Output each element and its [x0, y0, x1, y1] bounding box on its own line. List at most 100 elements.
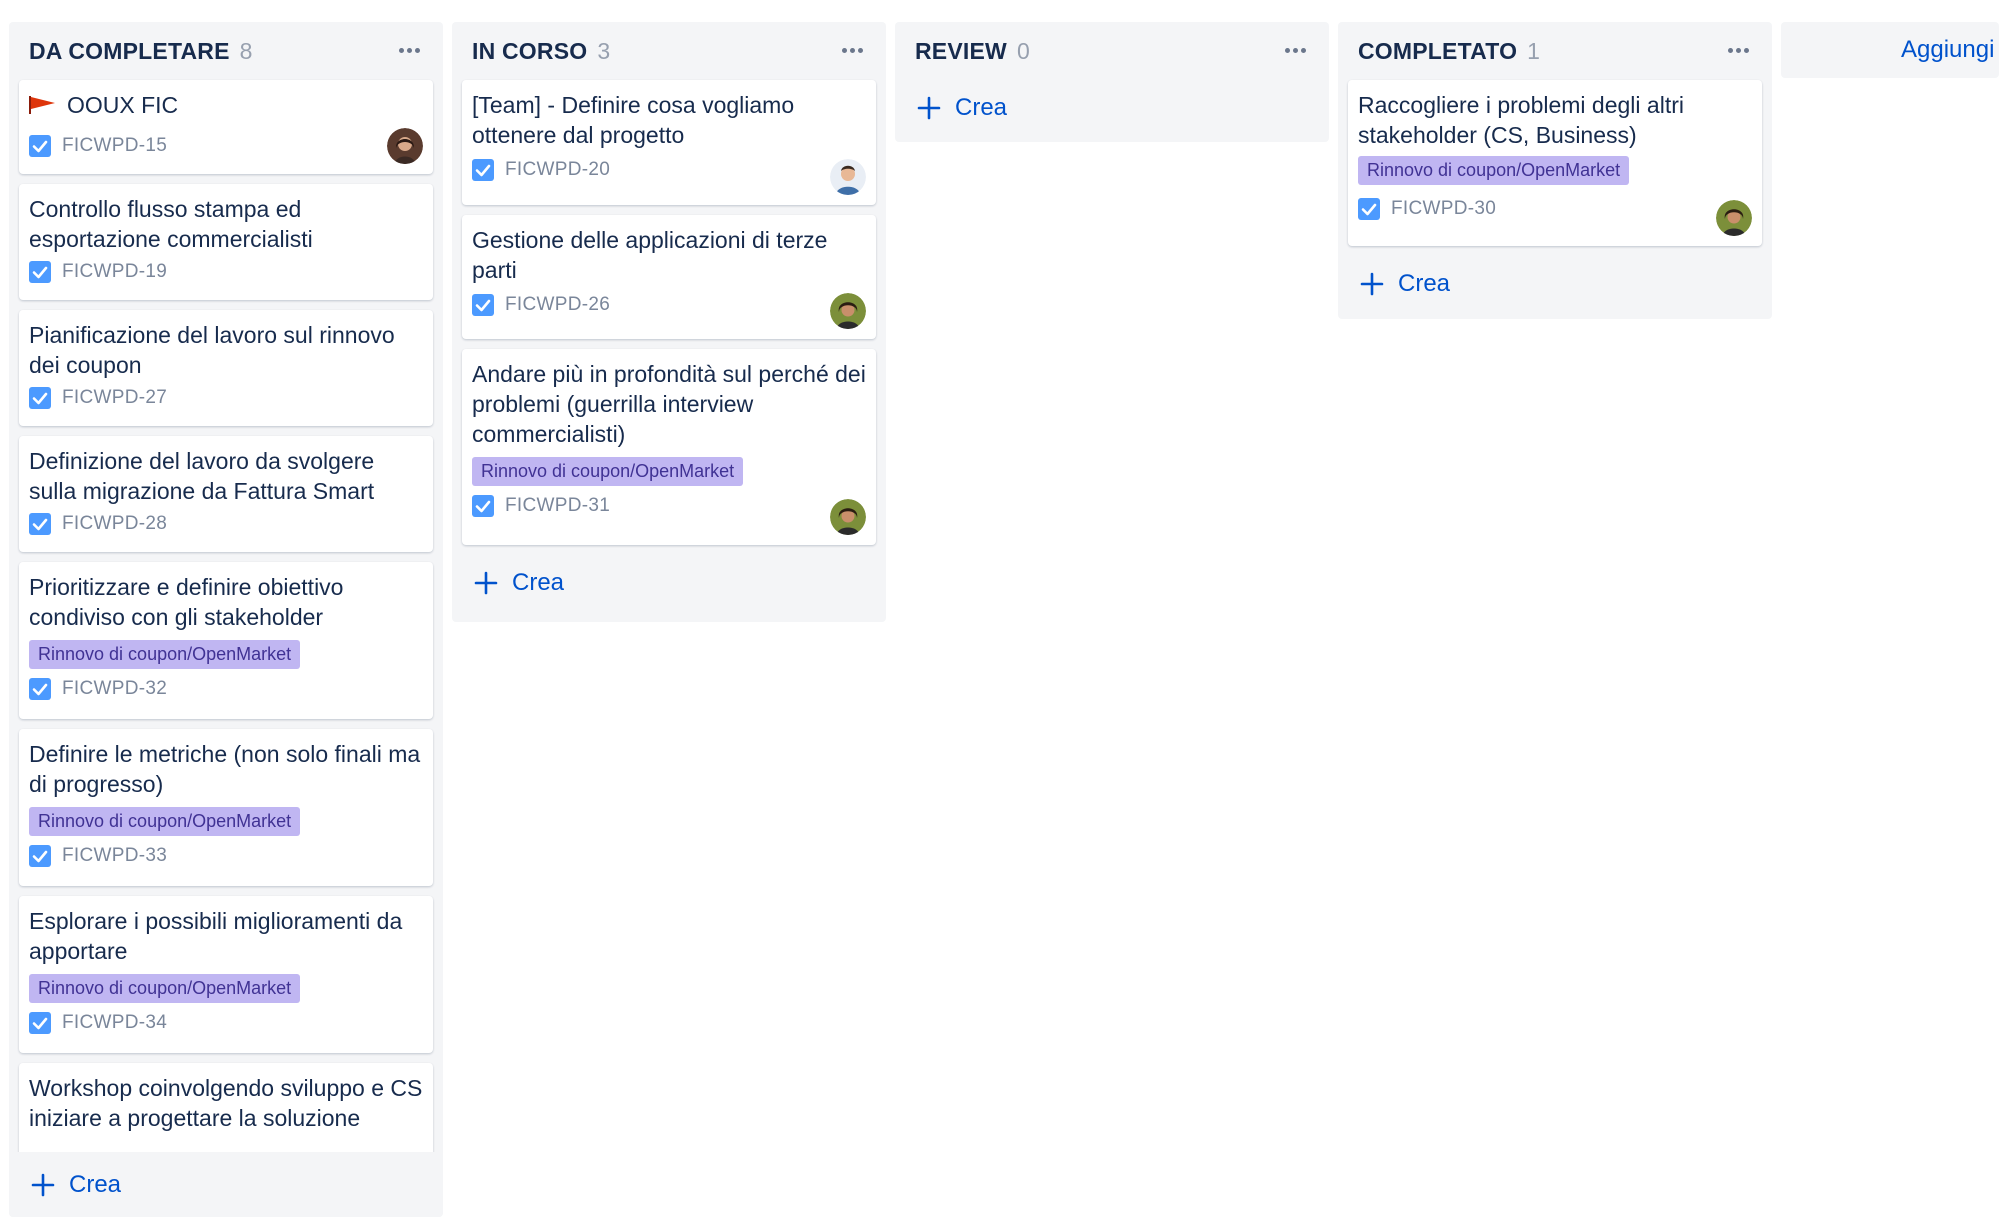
more-icon[interactable]: [395, 39, 423, 61]
column-count: 0: [1016, 37, 1030, 64]
column-count: 3: [597, 37, 611, 64]
card-list: OOUX FIC FICWPD-15 Controllo flusso stam…: [9, 80, 443, 1203]
issue-card[interactable]: Prioritizzare e definire obiettivo condi…: [19, 562, 433, 719]
create-label: Crea: [69, 1170, 122, 1198]
issue-card[interactable]: Definire le metriche (non solo finali ma…: [19, 729, 433, 886]
column-title: COMPLETATO: [1358, 37, 1518, 64]
card-title: Definire le metriche (non solo finali ma…: [29, 741, 421, 797]
add-column-button[interactable]: Aggiungi: [1781, 22, 1999, 78]
column-count: 8: [239, 37, 253, 64]
card-footer: FICWPD-28: [29, 506, 423, 542]
epic-label[interactable]: Rinnovo di coupon/OpenMarket: [472, 457, 744, 486]
checkbox-icon: [29, 845, 51, 867]
avatar[interactable]: [1716, 200, 1752, 236]
checkbox-icon: [29, 678, 51, 700]
card-title: [Team] - Definire cosa vogliamo ottenere…: [472, 92, 795, 148]
issue-key: FICWPD-32: [62, 678, 168, 699]
issue-key: FICWPD-34: [62, 1012, 168, 1033]
column-header: IN CORSO 3: [452, 22, 886, 80]
avatar[interactable]: [387, 128, 423, 164]
issue-card[interactable]: Pianificazione del lavoro sul rinnovo de…: [19, 310, 433, 426]
epic-label[interactable]: Rinnovo di coupon/OpenMarket: [1358, 156, 1630, 185]
card-footer: FICWPD-34: [29, 1005, 423, 1041]
column-title: IN CORSO: [472, 37, 588, 64]
card-title: Esplorare i possibili miglioramenti da a…: [29, 908, 403, 964]
column-title: REVIEW: [915, 37, 1007, 64]
avatar[interactable]: [830, 293, 866, 329]
avatar[interactable]: [830, 159, 866, 195]
card-footer: FICWPD-15: [29, 128, 423, 164]
card-title: Definizione del lavoro da svolgere sulla…: [29, 448, 375, 504]
column-header: COMPLETATO 1: [1338, 22, 1772, 80]
checkbox-icon: [29, 513, 51, 535]
card-footer: FICWPD-19: [29, 254, 423, 290]
plus-icon: [31, 1173, 55, 1196]
card-title: Controllo flusso stampa ed esportazione …: [29, 196, 313, 252]
card-list: [Team] - Definire cosa vogliamo ottenere…: [452, 80, 886, 545]
issue-key: FICWPD-20: [505, 159, 611, 180]
issue-key: FICWPD-15: [62, 135, 168, 156]
create-button[interactable]: Crea: [9, 1152, 443, 1217]
create-button[interactable]: Crea: [895, 80, 1329, 136]
card-title: Gestione delle applicazioni di terze par…: [472, 227, 828, 283]
issue-key: FICWPD-28: [62, 513, 168, 534]
issue-card[interactable]: Gestione delle applicazioni di terze par…: [462, 215, 876, 339]
more-icon[interactable]: [1724, 39, 1752, 61]
epic-label[interactable]: Rinnovo di coupon/OpenMarket: [29, 974, 301, 1003]
add-column-label: Aggiungi: [1901, 36, 1995, 63]
column-review: REVIEW 0 Crea: [895, 22, 1329, 142]
column-da-completare: DA COMPLETARE 8 OOUX FIC FICWPD-15 Contr…: [9, 22, 443, 1217]
card-title: OOUX FIC: [67, 92, 179, 118]
issue-key: FICWPD-31: [505, 495, 611, 516]
card-title: Pianificazione del lavoro sul rinnovo de…: [29, 322, 395, 378]
card-footer: FICWPD-31: [472, 488, 866, 524]
create-label: Crea: [512, 569, 565, 596]
checkbox-icon: [472, 294, 494, 316]
card-footer: FICWPD-33: [29, 838, 423, 874]
kanban-board: DA COMPLETARE 8 OOUX FIC FICWPD-15 Contr…: [0, 0, 1999, 1217]
issue-key: FICWPD-30: [1391, 198, 1497, 219]
column-header: REVIEW 0: [895, 22, 1329, 80]
checkbox-icon: [29, 1012, 51, 1034]
create-label: Crea: [1398, 270, 1451, 297]
card-list: Raccogliere i problemi degli altri stake…: [1338, 80, 1772, 246]
card-title: Prioritizzare e definire obiettivo condi…: [29, 574, 344, 630]
column-completato: COMPLETATO 1 Raccogliere i problemi degl…: [1338, 22, 1772, 319]
more-icon[interactable]: [838, 39, 866, 61]
column-count: 1: [1527, 37, 1540, 64]
checkbox-icon: [29, 261, 51, 283]
issue-card[interactable]: [Team] - Definire cosa vogliamo ottenere…: [462, 80, 876, 205]
card-footer: FICWPD-20: [472, 152, 866, 188]
column-in-corso: IN CORSO 3 [Team] - Definire cosa voglia…: [452, 22, 886, 622]
card-footer: FICWPD-32: [29, 671, 423, 707]
issue-card[interactable]: Esplorare i possibili miglioramenti da a…: [19, 896, 433, 1053]
create-button[interactable]: Crea: [452, 555, 886, 611]
card-title: Raccogliere i problemi degli altri stake…: [1358, 92, 1684, 148]
checkbox-icon: [472, 159, 494, 181]
checkbox-icon: [472, 495, 494, 517]
card-title: Andare più in profondità sul perché dei …: [472, 361, 866, 447]
checkbox-icon: [29, 135, 51, 157]
more-icon[interactable]: [1281, 39, 1309, 61]
issue-card[interactable]: Raccogliere i problemi degli altri stake…: [1348, 80, 1762, 246]
avatar[interactable]: [830, 499, 866, 535]
create-button[interactable]: Crea: [1338, 256, 1772, 312]
epic-label[interactable]: Rinnovo di coupon/OpenMarket: [29, 807, 301, 836]
card-footer: FICWPD-26: [472, 287, 866, 323]
issue-card[interactable]: OOUX FIC FICWPD-15: [19, 80, 433, 174]
card-footer: FICWPD-27: [29, 380, 423, 416]
epic-label[interactable]: Rinnovo di coupon/OpenMarket: [29, 640, 301, 669]
plus-icon: [1360, 272, 1384, 296]
plus-icon: [917, 96, 941, 120]
column-title: DA COMPLETARE: [29, 37, 230, 64]
issue-key: FICWPD-26: [505, 294, 611, 315]
issue-card[interactable]: Definizione del lavoro da svolgere sulla…: [19, 436, 433, 552]
issue-key: FICWPD-33: [62, 845, 168, 866]
plus-icon: [474, 571, 498, 595]
issue-card[interactable]: Andare più in profondità sul perché dei …: [462, 349, 876, 545]
checkbox-icon: [1358, 198, 1380, 220]
create-label: Crea: [955, 94, 1008, 121]
issue-key: FICWPD-19: [62, 261, 168, 282]
flag-icon: [29, 95, 55, 114]
issue-card[interactable]: Controllo flusso stampa ed esportazione …: [19, 184, 433, 300]
